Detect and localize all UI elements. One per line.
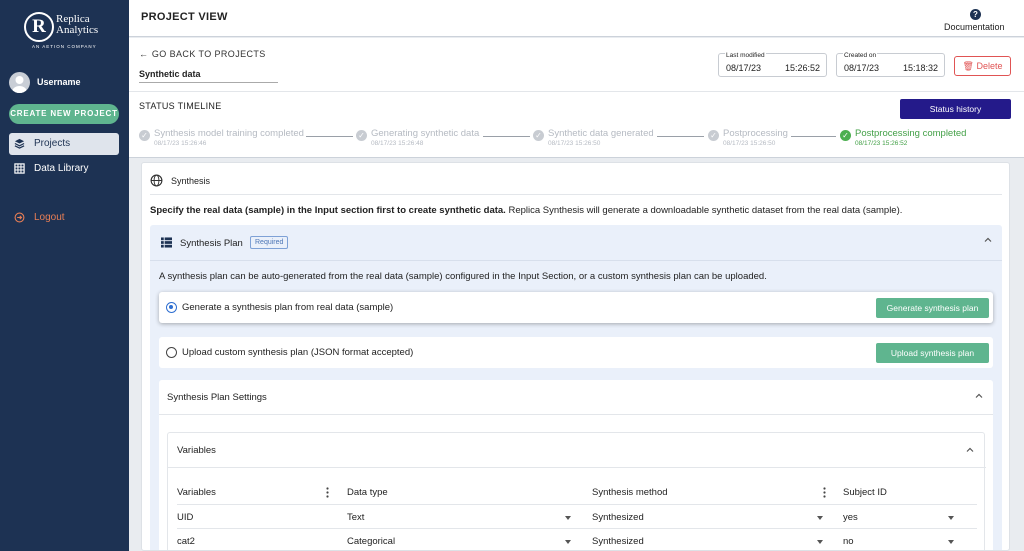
caret-down-icon[interactable] <box>948 516 954 520</box>
synthesis-description: Specify the real data (sample) in the In… <box>150 205 903 216</box>
synthesis-title: Synthesis <box>171 176 211 186</box>
divider <box>159 414 993 415</box>
logout-icon <box>14 212 25 223</box>
column-header-data-type: Data type <box>347 487 388 498</box>
layers-icon <box>14 138 25 149</box>
divider <box>129 91 1024 92</box>
divider <box>168 467 986 468</box>
caret-down-icon[interactable] <box>817 516 823 520</box>
generate-plan-option[interactable]: Generate a synthesis plan from real data… <box>159 292 993 323</box>
status-timeline-title: STATUS TIMELINE <box>139 101 222 111</box>
check-circle-icon: ✓ <box>139 130 150 141</box>
created-on-time: 15:18:32 <box>902 63 938 73</box>
chevron-up-icon[interactable] <box>983 235 993 245</box>
sidebar: R Replica Analytics AN AETION COMPANY Us… <box>0 0 129 551</box>
timeline-connector <box>306 136 353 137</box>
chevron-up-icon[interactable] <box>974 391 984 401</box>
last-modified-field: Last modified 08/17/23 15:26:52 <box>718 52 827 77</box>
synthesis-plan-title: Synthesis Plan <box>180 238 243 249</box>
settings-title: Synthesis Plan Settings <box>167 392 267 403</box>
generate-plan-radio[interactable] <box>166 302 177 313</box>
synthesis-plan-panel: Synthesis Plan Required A synthesis plan… <box>150 225 1002 550</box>
user-icon <box>12 76 27 93</box>
kebab-menu-icon[interactable] <box>823 487 826 498</box>
caret-down-icon[interactable] <box>948 540 954 544</box>
cell-variable: cat2 <box>177 536 195 547</box>
column-header-synthesis-method: Synthesis method <box>592 487 668 498</box>
timeline-connector <box>657 136 704 137</box>
sidebar-item-projects[interactable]: Projects <box>9 133 119 155</box>
generate-plan-label: Generate a synthesis plan from real data… <box>182 302 394 313</box>
synthesis-section: Synthesis Specify the real data (sample)… <box>141 162 1010 551</box>
delete-button[interactable]: 🗑 Delete <box>954 56 1011 76</box>
brand-logo[interactable]: R Replica Analytics AN AETION COMPANY <box>24 10 114 50</box>
upload-plan-label: Upload custom synthesis plan (JSON forma… <box>182 347 414 358</box>
create-new-project-button[interactable]: CREATE NEW PROJECT <box>9 104 119 124</box>
project-name-field[interactable]: Synthetic data <box>139 67 278 83</box>
status-history-button[interactable]: Status history <box>900 99 1011 119</box>
check-circle-icon: ✓ <box>356 130 367 141</box>
data-type-select[interactable]: Categorical <box>347 536 395 547</box>
caret-down-icon[interactable] <box>565 516 571 520</box>
check-circle-icon: ✓ <box>708 130 719 141</box>
help-icon[interactable]: ? <box>970 9 981 20</box>
documentation-link[interactable]: Documentation <box>944 22 1005 32</box>
user-profile[interactable]: Username <box>9 72 124 94</box>
synthesis-method-select[interactable]: Synthesized <box>592 536 644 547</box>
chevron-up-icon[interactable] <box>965 445 975 455</box>
subject-id-select[interactable]: no <box>843 536 854 547</box>
synthesis-plan-description: A synthesis plan can be auto-generated f… <box>159 271 767 282</box>
divider <box>150 260 1002 261</box>
logout-label: Logout <box>34 212 65 223</box>
upload-plan-radio[interactable] <box>166 347 177 358</box>
page-title: PROJECT VIEW <box>141 11 228 23</box>
synthesis-plan-settings: Synthesis Plan Settings Variables Variab… <box>159 380 993 550</box>
upload-plan-option[interactable]: Upload custom synthesis plan (JSON forma… <box>159 337 993 368</box>
divider <box>177 504 977 505</box>
sidebar-item-label: Projects <box>34 138 71 149</box>
variables-panel: Variables Variables Data type Synthesis … <box>167 432 986 550</box>
check-circle-icon: ✓ <box>840 130 851 141</box>
logo-wordmark: Replica Analytics <box>56 13 99 36</box>
timeline-connector <box>791 136 836 137</box>
column-header-variables: Variables <box>177 487 216 498</box>
sidebar-item-label: Data Library <box>34 163 89 174</box>
last-modified-time: 15:26:52 <box>784 63 820 73</box>
timeline-connector <box>483 136 530 137</box>
divider <box>150 194 1002 195</box>
generate-synthesis-plan-button[interactable]: Generate synthesis plan <box>876 298 989 318</box>
kebab-menu-icon[interactable] <box>326 487 329 498</box>
logo-tagline: AN AETION COMPANY <box>32 44 97 49</box>
username: Username <box>37 77 81 87</box>
table-icon <box>14 163 25 174</box>
synthesis-method-select[interactable]: Synthesized <box>592 512 644 523</box>
column-header-subject-id: Subject ID <box>843 487 887 498</box>
back-to-projects-link[interactable]: ← GO BACK TO PROJECTS <box>139 49 266 59</box>
globe-icon <box>150 174 163 187</box>
logout-button[interactable]: Logout <box>9 207 119 229</box>
subject-id-select[interactable]: yes <box>843 512 858 523</box>
required-badge: Required <box>250 236 289 249</box>
last-modified-label: Last modified <box>725 52 766 59</box>
top-bar: PROJECT VIEW ? Documentation <box>129 0 1024 37</box>
caret-down-icon[interactable] <box>565 540 571 544</box>
upload-synthesis-plan-button[interactable]: Upload synthesis plan <box>876 343 989 363</box>
list-icon <box>161 237 172 248</box>
divider <box>177 528 977 529</box>
logo-mark: R <box>24 12 54 42</box>
created-on-label: Created on <box>843 52 878 59</box>
last-modified-date: 08/17/23 <box>726 63 762 73</box>
project-header: ← GO BACK TO PROJECTS Synthetic data Las… <box>129 38 1024 158</box>
created-on-date: 08/17/23 <box>844 63 880 73</box>
trash-icon: 🗑 <box>962 61 974 71</box>
variables-title: Variables <box>177 445 216 456</box>
caret-down-icon[interactable] <box>817 540 823 544</box>
arrow-left-icon: ← <box>139 49 149 59</box>
data-type-select[interactable]: Text <box>347 512 364 523</box>
cell-variable: UID <box>177 512 194 523</box>
avatar <box>9 72 30 93</box>
check-circle-icon: ✓ <box>533 130 544 141</box>
sidebar-item-data-library[interactable]: Data Library <box>9 158 119 180</box>
created-on-field: Created on 08/17/23 15:18:32 <box>836 52 945 77</box>
